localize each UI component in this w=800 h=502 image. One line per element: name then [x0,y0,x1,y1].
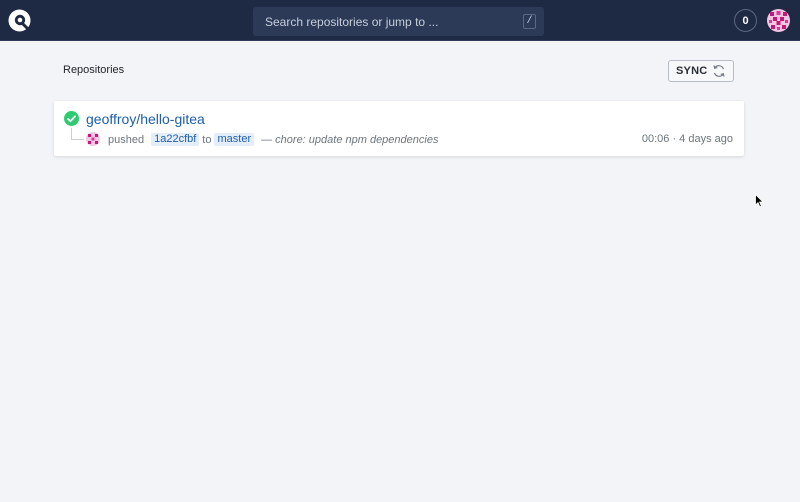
drone-logo-icon[interactable] [8,9,31,32]
branch-link[interactable]: master [214,133,255,146]
search-shortcut-hint: / [523,14,536,29]
user-avatar-icon[interactable] [767,9,790,32]
notification-count-badge[interactable]: 0 [734,9,757,32]
commit-message: — chore: update npm dependencies [261,133,439,146]
build-time-ago: 4 days ago [679,133,733,145]
top-navigation-bar: / 0 [0,0,800,41]
mouse-cursor-icon [755,194,764,208]
commit-summary: pushed 1a22cfbf to master — chore: updat… [108,133,438,146]
commit-author-avatar [86,132,100,146]
commit-to-label: to [202,133,212,146]
search-input[interactable] [265,14,505,29]
refresh-icon [713,65,725,77]
build-meta: 00:06 · 4 days ago [642,133,733,145]
commit-action: pushed [108,133,145,146]
repo-name-link[interactable]: geoffroy/hello-gitea [86,111,205,127]
commit-hash-link[interactable]: 1a22cfbf [151,133,200,146]
check-circle-icon [64,111,79,126]
repository-card[interactable]: geoffroy/hello-gitea pushed 1a22cfbf to … [54,101,744,156]
page-title: Repositories [63,64,125,76]
sync-button[interactable]: SYNC [668,60,734,82]
sync-button-label: SYNC [676,65,708,77]
build-duration: 00:06 [641,133,670,145]
meta-separator: · [672,133,677,145]
tree-connector [71,128,84,140]
search-box[interactable]: / [253,7,544,36]
